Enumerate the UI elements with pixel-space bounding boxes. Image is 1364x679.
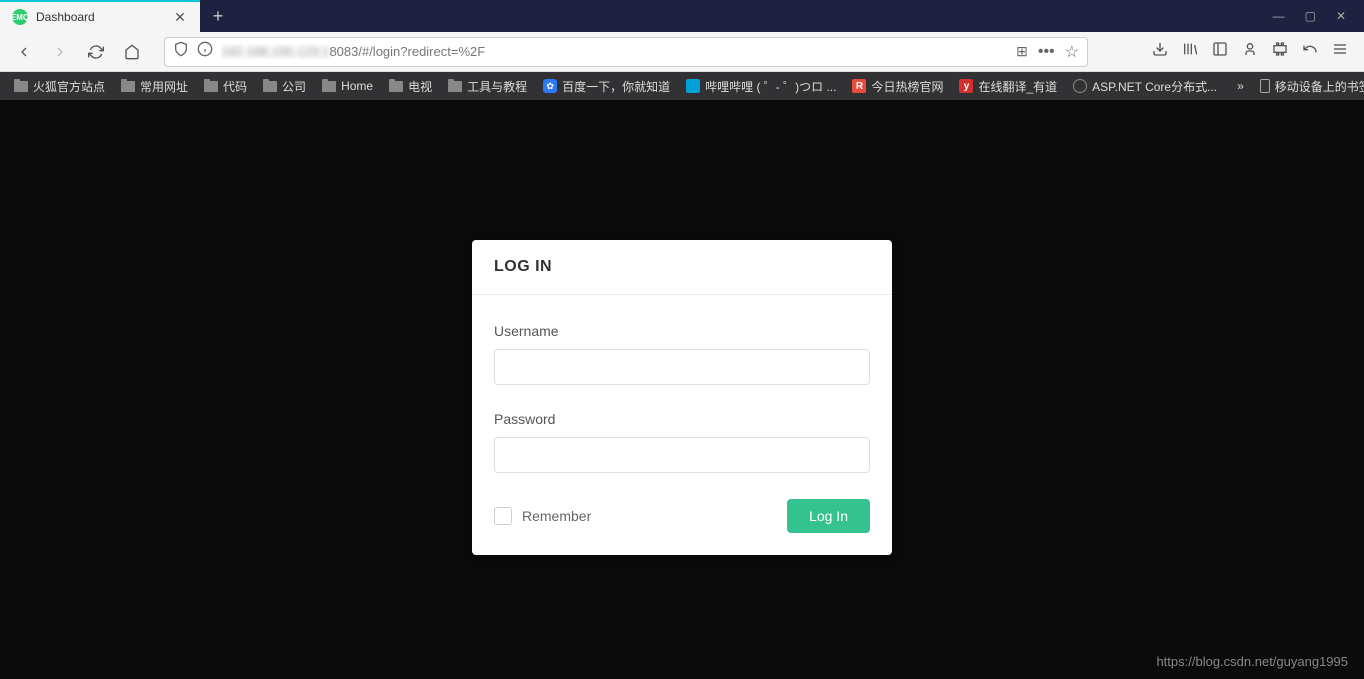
- folder-icon: [204, 81, 218, 92]
- info-icon[interactable]: [197, 41, 213, 62]
- menu-icon[interactable]: [1332, 41, 1348, 62]
- window-controls: ― ▢ ✕: [1255, 9, 1364, 23]
- bookmark-star-icon[interactable]: ☆: [1065, 42, 1079, 62]
- remember-checkbox[interactable]: [494, 507, 512, 525]
- card-body: Username Password Remember Log In: [472, 295, 892, 555]
- bookmark-item[interactable]: Home: [316, 76, 379, 96]
- form-footer: Remember Log In: [494, 499, 870, 533]
- qr-icon[interactable]: ⊞: [1016, 43, 1028, 60]
- bookmark-item[interactable]: 公司: [257, 75, 312, 98]
- bookmark-item[interactable]: ASP.NET Core分布式...: [1067, 75, 1223, 98]
- minimize-icon[interactable]: ―: [1273, 9, 1285, 23]
- shield-icon[interactable]: [173, 41, 189, 62]
- downloads-icon[interactable]: [1152, 41, 1168, 62]
- bookmark-item[interactable]: 电视: [383, 75, 438, 98]
- remember-wrap: Remember: [494, 507, 591, 525]
- sidebar-icon[interactable]: [1212, 41, 1228, 62]
- folder-icon: [389, 81, 403, 92]
- bookmark-item[interactable]: 常用网址: [115, 75, 194, 98]
- password-group: Password: [494, 411, 870, 473]
- tab-strip: EMQ Dashboard ✕ +: [0, 0, 236, 32]
- tab-favicon: EMQ: [12, 9, 28, 25]
- remember-label: Remember: [522, 508, 591, 524]
- url-bar[interactable]: 192.168.100.123:18083/#/login?redirect=%…: [164, 37, 1088, 67]
- home-button[interactable]: [116, 36, 148, 68]
- new-tab-button[interactable]: +: [200, 0, 236, 32]
- page-actions-icon[interactable]: •••: [1038, 43, 1055, 61]
- mobile-icon: [1260, 79, 1270, 93]
- bookmark-item[interactable]: y在线翻译_有道: [953, 75, 1063, 98]
- url-text: 192.168.100.123:18083/#/login?redirect=%…: [221, 44, 1008, 59]
- site-icon: [1073, 79, 1087, 93]
- browser-tab-active[interactable]: EMQ Dashboard ✕: [0, 0, 200, 32]
- bookmarks-overflow-icon[interactable]: »: [1231, 79, 1250, 93]
- rebang-icon: R: [852, 79, 866, 93]
- bookmark-item[interactable]: 工具与教程: [442, 75, 533, 98]
- maximize-icon[interactable]: ▢: [1305, 9, 1316, 23]
- bookmark-item[interactable]: 代码: [198, 75, 253, 98]
- bookmark-item-mobile[interactable]: 移动设备上的书签: [1254, 75, 1364, 98]
- tab-title: Dashboard: [36, 10, 164, 24]
- login-card: LOG IN Username Password Remember Log In: [472, 240, 892, 555]
- close-icon[interactable]: ✕: [172, 9, 188, 25]
- folder-icon: [322, 81, 336, 92]
- undo-icon[interactable]: [1302, 41, 1318, 62]
- username-group: Username: [494, 323, 870, 385]
- bookmarks-bar: 火狐官方站点 常用网址 代码 公司 Home 电视 工具与教程 ✿百度一下，你就…: [0, 72, 1364, 100]
- login-button[interactable]: Log In: [787, 499, 870, 533]
- card-header: LOG IN: [472, 240, 892, 295]
- folder-icon: [263, 81, 277, 92]
- card-title: LOG IN: [494, 258, 870, 276]
- folder-icon: [121, 81, 135, 92]
- bookmark-item[interactable]: ✿百度一下，你就知道: [537, 75, 676, 98]
- library-icon[interactable]: [1182, 41, 1198, 62]
- password-input[interactable]: [494, 437, 870, 473]
- screenshot-icon[interactable]: [1272, 41, 1288, 62]
- bookmark-item[interactable]: 哔哩哔哩 ( ゜- ゜)つロ ...: [680, 75, 842, 98]
- username-label: Username: [494, 323, 870, 339]
- bookmark-item[interactable]: 火狐官方站点: [8, 75, 111, 98]
- youdao-icon: y: [959, 79, 973, 93]
- reload-button[interactable]: [80, 36, 112, 68]
- account-icon[interactable]: [1242, 41, 1258, 62]
- folder-icon: [448, 81, 462, 92]
- baidu-icon: ✿: [543, 79, 557, 93]
- window-titlebar: EMQ Dashboard ✕ + ― ▢ ✕: [0, 0, 1364, 32]
- folder-icon: [14, 81, 28, 92]
- page-content: LOG IN Username Password Remember Log In…: [0, 100, 1364, 679]
- nav-toolbar: 192.168.100.123:18083/#/login?redirect=%…: [0, 32, 1364, 72]
- password-label: Password: [494, 411, 870, 427]
- bilibili-icon: [686, 79, 700, 93]
- close-window-icon[interactable]: ✕: [1336, 9, 1346, 23]
- forward-button[interactable]: [44, 36, 76, 68]
- watermark: https://blog.csdn.net/guyang1995: [1156, 654, 1348, 669]
- back-button[interactable]: [8, 36, 40, 68]
- bookmark-item[interactable]: R今日热榜官网: [846, 75, 949, 98]
- username-input[interactable]: [494, 349, 870, 385]
